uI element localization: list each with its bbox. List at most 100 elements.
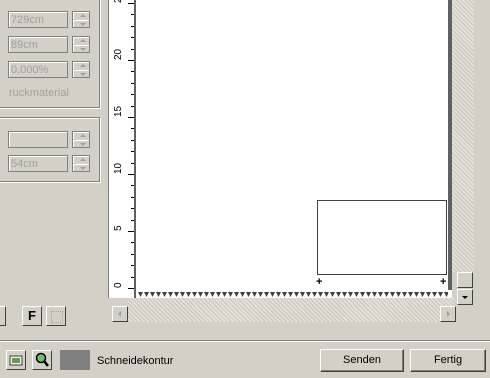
magnifier-icon: [35, 352, 49, 367]
scroll-left-button[interactable]: [112, 306, 128, 322]
horizontal-scrollbar-track[interactable]: [112, 306, 456, 322]
cut-marker: [162, 292, 167, 297]
cut-marker: [318, 292, 323, 297]
vertical-scroll-thumb[interactable]: [457, 272, 473, 288]
cut-marker: [360, 292, 365, 297]
registration-mark-left: +: [316, 276, 323, 288]
ruler-tick: [131, 163, 134, 164]
ruler-tick: [131, 185, 134, 186]
cut-marker: [228, 292, 233, 297]
contour-color-swatch[interactable]: [60, 350, 90, 370]
ruler-tick: [131, 151, 134, 152]
cut-marker: [246, 292, 251, 297]
send-button[interactable]: Senden: [320, 349, 404, 372]
cut-marker: [330, 292, 335, 297]
cut-marker: [252, 292, 257, 297]
offset-x-spinner[interactable]: [72, 131, 90, 148]
cut-marker: [210, 292, 215, 297]
ruler-tick: [128, 60, 134, 61]
cut-marker: [444, 292, 448, 297]
registration-mark-right: +: [440, 276, 447, 288]
ruler-tick: [128, 288, 134, 289]
width-spinner[interactable]: [72, 11, 90, 28]
page-preview-icon: [9, 355, 23, 366]
cut-marker: [336, 292, 341, 297]
cut-marker: [192, 292, 197, 297]
ruler-tick: [131, 94, 134, 95]
cut-marker: [390, 292, 395, 297]
cut-marker: [180, 292, 185, 297]
ruler-label: 25: [113, 0, 124, 3]
offset-y-field[interactable]: 54cm: [8, 155, 68, 172]
ruler-label: 0: [113, 282, 124, 288]
cut-marker: [408, 292, 413, 297]
height-field[interactable]: 89cm: [8, 36, 68, 53]
zoom-button[interactable]: [32, 350, 52, 370]
cut-marker: [366, 292, 371, 297]
cut-marker: [396, 292, 401, 297]
ruler-tick: [131, 26, 134, 27]
cut-marker: [216, 292, 221, 297]
status-separator: [0, 340, 490, 342]
done-button[interactable]: Fertig: [410, 349, 486, 372]
cut-marker: [174, 292, 179, 297]
ruler-label: 5: [113, 225, 124, 231]
cut-marker: [144, 292, 149, 297]
right-margin-hatch: [452, 0, 474, 272]
selection-frame-button[interactable]: [46, 306, 66, 326]
cut-marker: [222, 292, 227, 297]
scroll-right-button[interactable]: [440, 306, 456, 322]
cut-marker: [312, 292, 317, 297]
ruler-tick: [131, 220, 134, 221]
cut-marker: [414, 292, 419, 297]
ruler-tick: [131, 197, 134, 198]
cut-marker: [240, 292, 245, 297]
ruler-tick: [131, 277, 134, 278]
cut-marker: [186, 292, 191, 297]
height-spinner[interactable]: [72, 36, 90, 53]
ruler-tick: [131, 83, 134, 84]
cut-marker: [204, 292, 209, 297]
ruler-tick: [131, 14, 134, 15]
cut-marker: [258, 292, 263, 297]
cut-marker: [150, 292, 155, 297]
cut-marker: [402, 292, 407, 297]
ruler-tick: [131, 265, 134, 266]
offset-y-spinner[interactable]: [72, 155, 90, 172]
partial-tool-button[interactable]: [0, 306, 6, 326]
scale-spinner[interactable]: [72, 61, 90, 78]
ruler-label: 20: [113, 48, 124, 60]
width-field[interactable]: 729cm: [8, 11, 68, 28]
offset-x-field[interactable]: [8, 131, 68, 148]
ruler-tick: [131, 140, 134, 141]
cut-marker: [234, 292, 239, 297]
ruler-tick: [131, 106, 134, 107]
cut-marker: [372, 292, 377, 297]
ruler-tick: [131, 242, 134, 243]
scale-field[interactable]: 0,000%: [8, 61, 68, 78]
ruler-tick: [131, 208, 134, 209]
cut-marker: [378, 292, 383, 297]
scroll-down-button[interactable]: [457, 289, 473, 305]
cut-marker: [306, 292, 311, 297]
cut-marker: [324, 292, 329, 297]
cut-contour-object[interactable]: [317, 200, 447, 275]
cut-marker: [282, 292, 287, 297]
cut-marker: [270, 292, 275, 297]
cut-marker: [156, 292, 161, 297]
ruler-tick: [131, 49, 134, 50]
print-material-label: ruckmaterial: [9, 87, 69, 99]
ruler-tick: [131, 254, 134, 255]
cut-marker: [420, 292, 425, 297]
preview-button[interactable]: [6, 350, 26, 370]
f-button[interactable]: F: [22, 306, 42, 326]
cut-marker: [384, 292, 389, 297]
ruler-tick: [131, 71, 134, 72]
cut-marker: [264, 292, 269, 297]
ruler-tick: [128, 117, 134, 118]
selection-frame-icon: [51, 311, 63, 323]
ruler-tick: [128, 231, 134, 232]
cut-marker: [348, 292, 353, 297]
cut-marker: [198, 292, 203, 297]
cut-marker: [426, 292, 431, 297]
